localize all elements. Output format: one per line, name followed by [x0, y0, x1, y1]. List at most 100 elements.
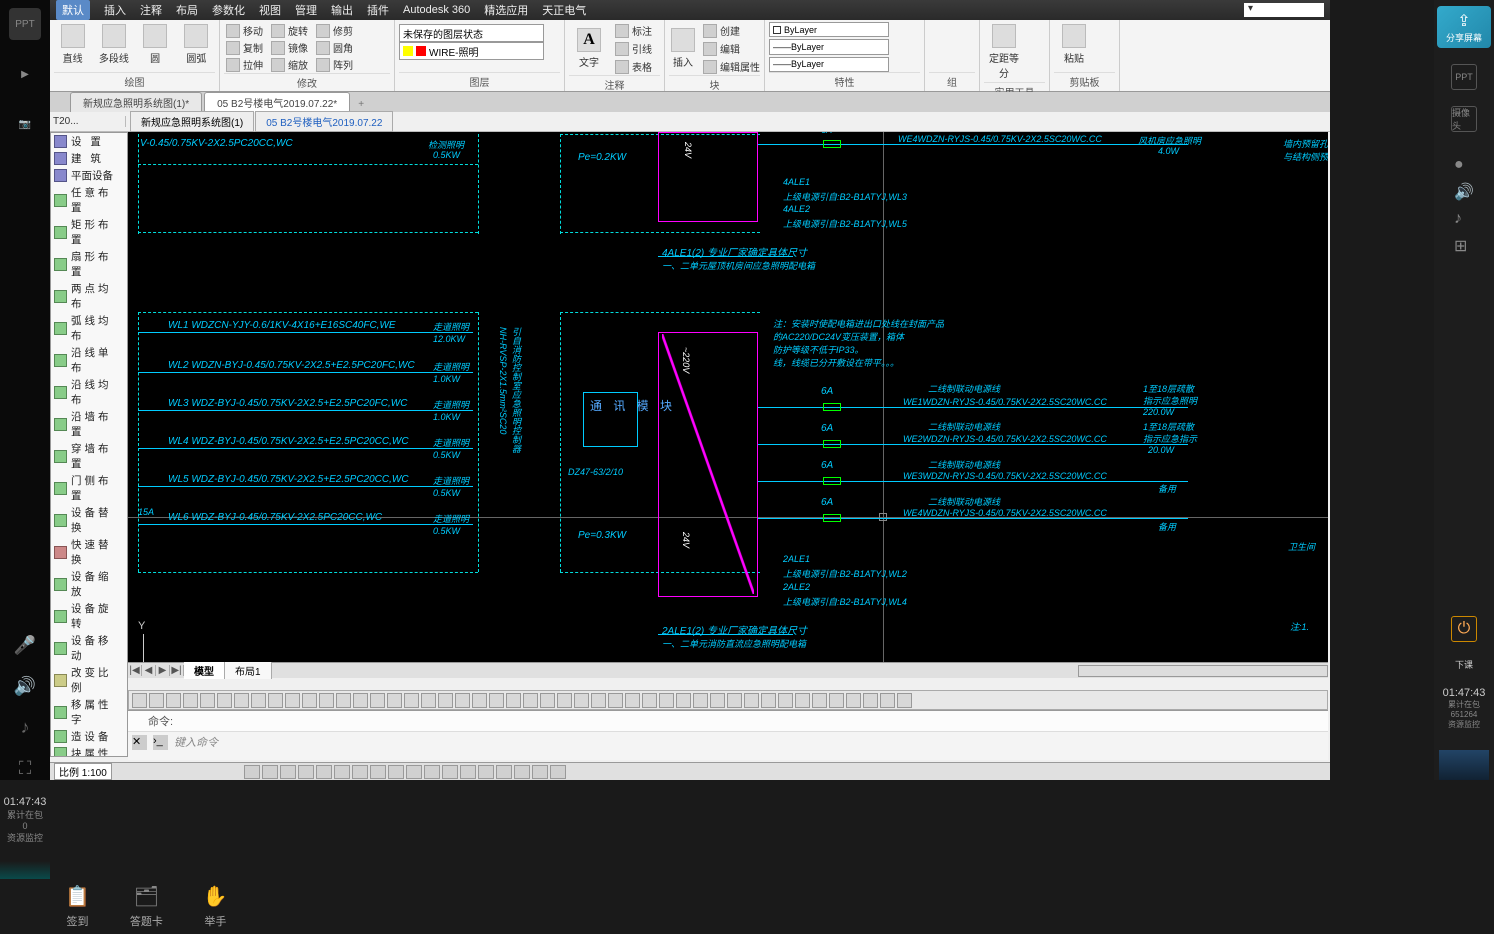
- tab-model[interactable]: 模型: [184, 662, 225, 679]
- btn-pline[interactable]: 多段线: [95, 22, 132, 67]
- statusbtn-1[interactable]: [262, 765, 278, 779]
- lweight-dd[interactable]: —— ByLayer: [769, 39, 889, 54]
- btn-create[interactable]: 创建: [701, 22, 762, 39]
- layer-current-dd[interactable]: WIRE-照明: [399, 42, 544, 60]
- cmdtool-25[interactable]: [557, 693, 572, 708]
- rp-music-icon[interactable]: ♪: [1454, 210, 1474, 228]
- btn-trim[interactable]: 修剪: [314, 22, 355, 39]
- cmdtool-10[interactable]: [302, 693, 317, 708]
- cmdtool-6[interactable]: [234, 693, 249, 708]
- filetab-add[interactable]: +: [352, 97, 370, 112]
- mt-next[interactable]: ▶: [156, 665, 170, 676]
- share-screen-button[interactable]: ⇪分享屏幕: [1437, 6, 1491, 48]
- bb-signin[interactable]: 📋签到: [65, 884, 90, 929]
- btn-measure[interactable]: 定距等分: [984, 22, 1024, 82]
- menu-output[interactable]: 输出: [331, 2, 353, 18]
- menu-tangent[interactable]: 天正电气: [542, 2, 586, 18]
- btn-table[interactable]: 表格: [613, 58, 654, 75]
- cmdtool-4[interactable]: [200, 693, 215, 708]
- menubar-search[interactable]: ▾: [1244, 3, 1324, 17]
- cmdtool-12[interactable]: [336, 693, 351, 708]
- cmd-input[interactable]: 键入命令: [174, 734, 218, 750]
- btn-insert[interactable]: 插入: [669, 26, 697, 71]
- cmdtool-41[interactable]: [829, 693, 844, 708]
- cmdtool-37[interactable]: [761, 693, 776, 708]
- drawing-canvas[interactable]: V-0.45/0.75KV-2X2.5PC20CC,WC 检测照明 0.5KW …: [128, 132, 1328, 662]
- statusbtn-0[interactable]: [244, 765, 260, 779]
- rp-ppt[interactable]: PPT: [1451, 64, 1477, 90]
- cmdtool-7[interactable]: [251, 693, 266, 708]
- menu-annotate[interactable]: 注释: [140, 2, 162, 18]
- btn-line[interactable]: 直线: [54, 22, 91, 67]
- filetab-1[interactable]: 新规应急照明系统图(1)*: [70, 92, 202, 112]
- filetab-2[interactable]: 05 B2号楼电气2019.07.22*: [204, 92, 350, 112]
- tp-item-3[interactable]: 两点均布: [51, 280, 127, 312]
- btn-stretch[interactable]: 拉伸: [224, 56, 265, 73]
- tp-settings[interactable]: 设 置: [51, 133, 127, 150]
- btn-text[interactable]: A文字: [569, 26, 609, 71]
- statusbtn-6[interactable]: [352, 765, 368, 779]
- cmdtool-2[interactable]: [166, 693, 181, 708]
- bb-answercard[interactable]: 🗂答题卡: [130, 884, 163, 929]
- btn-fillet[interactable]: 圆角: [314, 39, 355, 56]
- scale-display[interactable]: 比例 1:100: [54, 763, 112, 780]
- mt-last[interactable]: ▶|: [170, 665, 184, 676]
- cmdtool-0[interactable]: [132, 693, 147, 708]
- cmdtool-28[interactable]: [608, 693, 623, 708]
- tp-item-18[interactable]: 块 属 性: [51, 745, 127, 757]
- tp-item-15[interactable]: 改变比例: [51, 664, 127, 696]
- tp-item-12[interactable]: 设备缩放: [51, 568, 127, 600]
- menu-featured[interactable]: 精选应用: [484, 2, 528, 18]
- sidebar-ppt-icon[interactable]: PPT: [9, 8, 41, 40]
- statusbtn-13[interactable]: [478, 765, 494, 779]
- ptab-1[interactable]: 新规应急照明系统图(1): [130, 111, 254, 132]
- rp-end[interactable]: ⏻: [1451, 616, 1477, 642]
- mic-mute-icon[interactable]: 🎤: [14, 635, 36, 656]
- btn-circle[interactable]: 圆: [137, 22, 174, 67]
- tp-item-11[interactable]: 快速替换: [51, 536, 127, 568]
- btn-mirror[interactable]: 镜像: [269, 39, 310, 56]
- btn-array[interactable]: 阵列: [314, 56, 355, 73]
- tp-item-17[interactable]: 造 设 备: [51, 728, 127, 745]
- cmdtool-23[interactable]: [523, 693, 538, 708]
- cmdtool-1[interactable]: [149, 693, 164, 708]
- cmdtool-36[interactable]: [744, 693, 759, 708]
- tp-item-4[interactable]: 弧线均布: [51, 312, 127, 344]
- btn-move[interactable]: 移动: [224, 22, 265, 39]
- bb-raisehand[interactable]: ✋举手: [203, 884, 228, 929]
- sidebar-video-icon[interactable]: ▶: [9, 58, 41, 90]
- tp-item-14[interactable]: 设备移动: [51, 632, 127, 664]
- rp-grid-icon[interactable]: ⊞: [1454, 236, 1474, 256]
- statusbtn-8[interactable]: [388, 765, 404, 779]
- cmdtool-8[interactable]: [268, 693, 283, 708]
- statusbtn-16[interactable]: [532, 765, 548, 779]
- menu-manage[interactable]: 管理: [295, 2, 317, 18]
- mt-prev[interactable]: ◀: [142, 665, 156, 676]
- cmdtool-11[interactable]: [319, 693, 334, 708]
- menu-plugin[interactable]: 插件: [367, 2, 389, 18]
- cmdtool-42[interactable]: [846, 693, 861, 708]
- cmdtool-24[interactable]: [540, 693, 555, 708]
- statusbtn-3[interactable]: [298, 765, 314, 779]
- menu-layout[interactable]: 布局: [176, 2, 198, 18]
- btn-copy[interactable]: 复制: [224, 39, 265, 56]
- cmdtool-27[interactable]: [591, 693, 606, 708]
- statusbtn-10[interactable]: [424, 765, 440, 779]
- statusbtn-11[interactable]: [442, 765, 458, 779]
- tp-item-16[interactable]: 移属性字: [51, 696, 127, 728]
- cmdtool-39[interactable]: [795, 693, 810, 708]
- statusbtn-12[interactable]: [460, 765, 476, 779]
- cmdtool-16[interactable]: [404, 693, 419, 708]
- menu-default[interactable]: 默认: [56, 0, 90, 20]
- rp-camera[interactable]: 摄像头: [1451, 106, 1477, 132]
- cmdtool-34[interactable]: [710, 693, 725, 708]
- cmdtool-20[interactable]: [472, 693, 487, 708]
- ltype-dd[interactable]: —— ByLayer: [769, 57, 889, 72]
- cmdtool-9[interactable]: [285, 693, 300, 708]
- cmd-arrow-icon[interactable]: ›_: [153, 735, 168, 750]
- tp-item-10[interactable]: 设备替换: [51, 504, 127, 536]
- cmdtool-43[interactable]: [863, 693, 878, 708]
- cmdtool-13[interactable]: [353, 693, 368, 708]
- statusbtn-9[interactable]: [406, 765, 422, 779]
- statusbtn-7[interactable]: [370, 765, 386, 779]
